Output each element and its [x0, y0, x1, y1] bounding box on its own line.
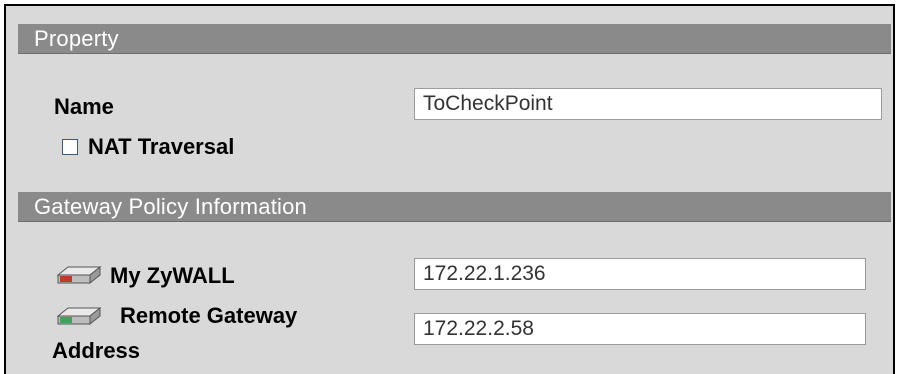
remote-gateway-address-input[interactable] — [414, 313, 866, 345]
remote-gateway-address-label: Address — [52, 338, 141, 363]
remote-gateway-label: Remote Gateway — [120, 303, 298, 328]
nat-traversal-label: NAT Traversal — [88, 134, 235, 159]
gateway-policy-section-header: Gateway Policy Information — [18, 192, 891, 222]
router-red-icon — [56, 265, 102, 285]
my-zywall-address-input[interactable] — [414, 258, 866, 290]
name-label: Name — [54, 94, 114, 119]
property-section-header: Property — [18, 24, 891, 54]
name-input[interactable] — [414, 88, 882, 120]
router-green-icon — [56, 306, 102, 326]
my-zywall-label: My ZyWALL — [110, 263, 235, 288]
ipsec-gateway-panel: Property Name NAT Traversal Gateway Poli… — [4, 4, 895, 374]
nat-traversal-checkbox[interactable] — [62, 139, 78, 155]
